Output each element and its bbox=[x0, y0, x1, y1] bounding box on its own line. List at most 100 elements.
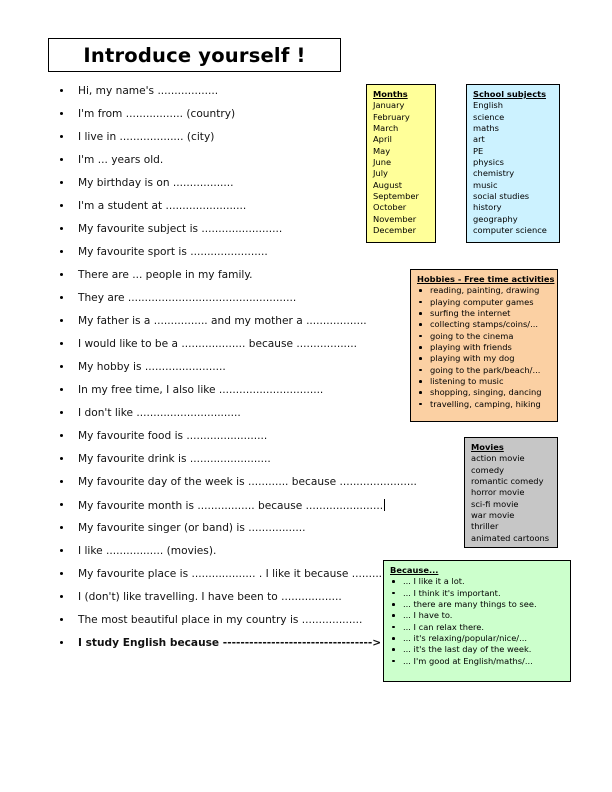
hobbies-item-text: shopping, singing, dancing bbox=[430, 387, 542, 398]
movies-item: action movie bbox=[471, 453, 525, 464]
movies-item: horror movie bbox=[471, 487, 525, 498]
months-item: May bbox=[373, 145, 391, 156]
hobbies-item: travelling, camping, hiking bbox=[417, 399, 552, 410]
bullet-icon bbox=[60, 503, 63, 506]
hobbies-item: listening to music bbox=[417, 376, 552, 387]
bullet-icon bbox=[392, 614, 395, 617]
subjects-item: social studies bbox=[473, 191, 530, 202]
page-title: Introduce yourself ! bbox=[83, 43, 306, 67]
school-subjects-list: English science maths art PE physics chemistry… bbox=[473, 100, 554, 236]
movies-item: comedy bbox=[471, 464, 505, 475]
bullet-icon bbox=[419, 368, 422, 372]
movies-item: thriller bbox=[471, 521, 499, 532]
because-item: ... there are many things to see. bbox=[390, 599, 565, 610]
hobbies-item-text: playing computer games bbox=[430, 296, 534, 307]
movies-item: romantic comedy bbox=[471, 476, 544, 487]
hobbies-item-text: reading, painting, drawing bbox=[430, 285, 540, 296]
prompt-text: There are ... people in my family. bbox=[78, 269, 253, 281]
hobbies-list: reading, painting, drawing playing comput… bbox=[417, 285, 552, 410]
months-item: April bbox=[373, 134, 392, 145]
worksheet-page: Introduce yourself ! Hi, my name's .....… bbox=[0, 0, 612, 792]
hobbies-item: reading, painting, drawing bbox=[417, 285, 552, 296]
movies-item: war movie bbox=[471, 510, 515, 521]
because-item-text: ... it's the last day of the week. bbox=[403, 644, 532, 655]
movies-list: action movie comedy romantic comedy horror … bbox=[471, 453, 552, 544]
bullet-icon bbox=[60, 227, 63, 230]
subjects-item: physics bbox=[473, 157, 504, 168]
bullet-icon bbox=[60, 572, 63, 575]
hobbies-box-title: Hobbies - Free time activities bbox=[417, 274, 555, 284]
bullet-icon bbox=[60, 273, 63, 276]
hobbies-item: collecting stamps/coins/... bbox=[417, 319, 552, 330]
bullet-icon bbox=[60, 618, 63, 621]
subjects-item: computer science bbox=[473, 225, 547, 236]
prompt-text: My favourite subject is ................… bbox=[78, 223, 283, 235]
subjects-item: geography bbox=[473, 213, 518, 224]
prompt-line: My favourite sport is ..................… bbox=[56, 246, 456, 269]
prompt-text: My favourite food is ...................… bbox=[78, 430, 268, 442]
months-reference-box: Months January February March April May June J… bbox=[366, 84, 436, 243]
months-item: March bbox=[373, 123, 399, 134]
worksheet-title-box: Introduce yourself ! bbox=[48, 38, 341, 72]
bullet-icon bbox=[60, 388, 63, 391]
prompt-line: My favourite drink is ..................… bbox=[56, 453, 456, 476]
because-item-text: ... I have to. bbox=[403, 610, 453, 621]
prompt-text: My favourite place is ..................… bbox=[78, 568, 409, 580]
bullet-icon bbox=[419, 402, 422, 406]
hobbies-item-text: playing with my dog bbox=[430, 353, 515, 364]
because-item-text: ... there are many things to see. bbox=[403, 599, 537, 610]
subjects-item: chemistry bbox=[473, 168, 515, 179]
prompt-text: In my free time, I also like ...........… bbox=[78, 384, 324, 396]
bullet-icon bbox=[60, 296, 63, 299]
prompt-line: I don't like ...........................… bbox=[56, 407, 456, 430]
bullet-icon bbox=[419, 380, 422, 383]
because-item-text: ... I'm good at English/maths/... bbox=[403, 655, 533, 666]
bullet-icon bbox=[60, 250, 63, 253]
bullet-icon bbox=[60, 434, 63, 437]
hobbies-item: playing with my dog bbox=[417, 353, 552, 364]
prompt-text: I don't like ...........................… bbox=[78, 407, 241, 419]
prompt-text: Hi, my name's .................. bbox=[78, 85, 219, 97]
bullet-icon bbox=[60, 526, 63, 529]
months-item: January bbox=[373, 100, 405, 111]
prompt-text: The most beautiful place in my country i… bbox=[78, 614, 363, 626]
because-item: ... I have to. bbox=[390, 610, 565, 621]
bullet-icon bbox=[392, 637, 395, 640]
bullet-icon bbox=[419, 346, 422, 349]
months-item: December bbox=[373, 225, 417, 236]
because-item: ... it's relaxing/popular/nice/... bbox=[390, 633, 565, 644]
prompt-text: I'm from ................. (country) bbox=[78, 108, 236, 120]
bullet-icon bbox=[60, 319, 63, 322]
prompt-line: There are ... people in my family. bbox=[56, 269, 456, 292]
subjects-item: art bbox=[473, 134, 485, 145]
prompt-text: I live in ................... (city) bbox=[78, 131, 215, 143]
bullet-icon bbox=[419, 357, 422, 360]
bullet-icon bbox=[60, 457, 63, 460]
bullet-icon bbox=[392, 580, 395, 583]
because-box-title: Because... bbox=[390, 565, 439, 575]
months-item: August bbox=[373, 179, 403, 190]
hobbies-item-text: surfing the internet bbox=[430, 308, 511, 319]
bullet-icon bbox=[60, 135, 63, 138]
prompt-text: My father is a ................ and my m… bbox=[78, 315, 367, 327]
hobbies-item-text: playing with friends bbox=[430, 342, 512, 353]
because-item-text: ... I can relax there. bbox=[403, 621, 485, 632]
hobbies-item-text: collecting stamps/coins/... bbox=[430, 319, 538, 330]
prompt-text: My favourite singer (or band) is .......… bbox=[78, 522, 306, 534]
bullet-icon bbox=[392, 603, 395, 606]
because-item: ... I think it's important. bbox=[390, 588, 565, 599]
bullet-icon bbox=[60, 158, 63, 161]
bullet-icon bbox=[392, 659, 395, 663]
prompt-line: My father is a ................ and my m… bbox=[56, 315, 456, 338]
hobbies-item: playing computer games bbox=[417, 297, 552, 308]
text-cursor bbox=[384, 499, 386, 511]
prompt-text: My hobby is ........................ bbox=[78, 361, 226, 373]
because-list: ... I like it a lot.... I think it's imp… bbox=[390, 576, 565, 667]
subjects-item: maths bbox=[473, 123, 500, 134]
prompt-line: My favourite month is ................. … bbox=[56, 499, 456, 522]
bullet-icon bbox=[392, 591, 395, 595]
prompt-text: I (don't) like travelling. I have been t… bbox=[78, 591, 342, 603]
hobbies-item-text: going to the park/beach/... bbox=[430, 364, 541, 375]
because-item-text: ... it's relaxing/popular/nice/... bbox=[403, 633, 528, 644]
prompt-line: My favourite day of the week is ........… bbox=[56, 476, 456, 499]
